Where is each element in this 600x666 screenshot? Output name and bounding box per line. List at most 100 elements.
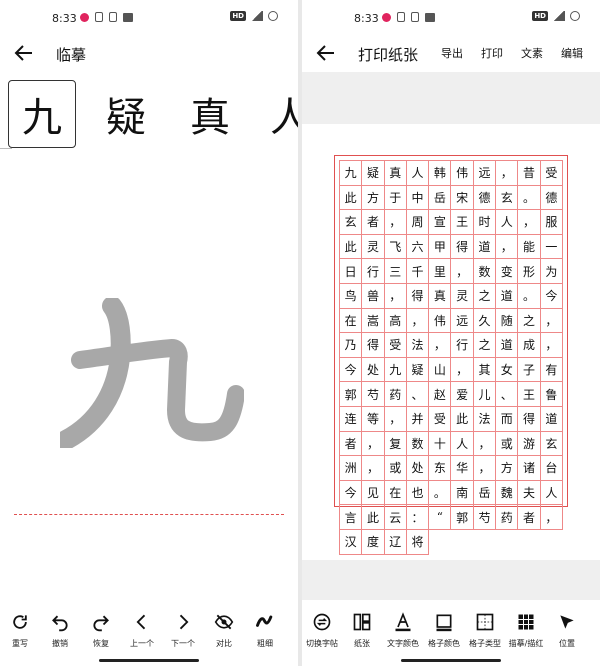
- grid-cell: 台: [540, 456, 563, 481]
- grid-cell: 德: [473, 185, 497, 211]
- grid-cell: ，: [473, 456, 497, 481]
- character-item[interactable]: 疑: [92, 80, 160, 148]
- previous-button[interactable]: 上一个: [122, 612, 162, 649]
- grid-cell: 、: [406, 382, 430, 407]
- grid-cell: 千: [406, 259, 430, 284]
- loading-icon: [570, 11, 580, 21]
- grid-cell: 得: [451, 234, 474, 260]
- grid-cell: ，: [473, 431, 497, 457]
- print-button[interactable]: 打印: [472, 45, 512, 61]
- paper-button[interactable]: 纸张: [342, 612, 382, 649]
- grid-type-icon: [476, 613, 494, 631]
- grid-cell: 并: [406, 406, 430, 432]
- grid-color-button[interactable]: 格子颜色: [424, 612, 464, 649]
- character-item[interactable]: 人: [256, 80, 298, 148]
- grid-cell: ，: [518, 210, 541, 235]
- signal-icon: [251, 11, 263, 21]
- redo-icon: [13, 615, 27, 629]
- grid-cell: ，: [451, 357, 474, 383]
- loading-icon: [268, 11, 278, 21]
- grid-cell: ，: [406, 308, 430, 334]
- grid-type-button[interactable]: 格子类型: [465, 612, 505, 649]
- rewrite-button[interactable]: 重写: [0, 612, 40, 649]
- grid-cell: 王: [451, 210, 474, 235]
- grid-cell: 南: [451, 480, 474, 506]
- grid-cell: 岳: [429, 185, 452, 211]
- export-button[interactable]: 导出: [432, 45, 472, 61]
- text-button[interactable]: 文素: [512, 45, 552, 61]
- file-icon: [109, 12, 117, 22]
- restore-button[interactable]: 恢复: [81, 612, 121, 649]
- grid-cell: 远: [451, 308, 474, 334]
- grid-cell: 昔: [518, 161, 541, 186]
- grid-cell: 夫: [518, 480, 541, 506]
- page-title: 临摹: [56, 46, 87, 64]
- grid-cell: 随: [496, 308, 519, 334]
- grid-cell: 岳: [473, 480, 497, 506]
- stroke-width-button[interactable]: 粗细: [245, 612, 285, 649]
- grid-cell: 法: [406, 333, 430, 358]
- text-color-button[interactable]: 文字颜色: [383, 612, 423, 649]
- grid-cell: 高: [384, 308, 407, 334]
- next-button[interactable]: 下一个: [163, 612, 203, 649]
- grid-cell: 而: [496, 406, 519, 432]
- grid-cell: 灵: [362, 234, 385, 260]
- compare-button[interactable]: 对比: [204, 612, 244, 649]
- grid-cell: 形: [518, 259, 541, 284]
- grid-cell: 。: [518, 283, 541, 309]
- battery-saver-icon: [397, 12, 405, 22]
- grid-cell: 今: [540, 283, 563, 309]
- grid-cell: 或: [384, 456, 407, 481]
- grid-cell: 服: [540, 210, 563, 235]
- grid-cell: 赵: [429, 382, 452, 407]
- trace-character-canvas[interactable]: [60, 298, 244, 448]
- grid-cell: 见: [362, 480, 385, 506]
- undo-button[interactable]: 撤销: [40, 612, 80, 649]
- grid-cell: 之: [473, 333, 497, 358]
- grid-cell: 周: [406, 210, 430, 235]
- grid-cell: 疑: [362, 161, 385, 186]
- grid-cell: 时: [473, 210, 497, 235]
- home-indicator: [99, 659, 199, 662]
- paper-icon: [353, 613, 371, 631]
- grid-cell: 受: [429, 406, 452, 432]
- back-arrow-icon[interactable]: [314, 41, 338, 65]
- grid-cell: 魏: [496, 480, 519, 506]
- grid-cell: 里: [429, 259, 452, 284]
- grid-cell: 有: [540, 357, 563, 383]
- grid-cell: 受: [384, 333, 407, 358]
- grid-cell: 人: [540, 480, 563, 506]
- grid-cell: 也: [406, 480, 430, 506]
- grid-cell: 伟: [451, 161, 474, 186]
- hd-badge: HD: [532, 11, 548, 21]
- character-strip: 九 疑 真 人: [0, 76, 298, 148]
- status-bar: 8:33 HD: [302, 0, 600, 36]
- swap-icon: [313, 613, 331, 631]
- character-item[interactable]: 真: [176, 80, 244, 148]
- grid-cell: 诸: [518, 456, 541, 481]
- grid-cell: 子: [518, 357, 541, 383]
- grid-cell: ，: [429, 333, 452, 358]
- grid-cell: 药: [384, 382, 407, 407]
- grid-cell: 郭: [451, 505, 474, 530]
- grid-cell: 人: [496, 210, 519, 235]
- grid-cell: 云: [384, 505, 407, 530]
- grid-cell: 远: [473, 161, 497, 186]
- back-arrow-icon[interactable]: [12, 41, 36, 65]
- grid-cell: 九: [340, 161, 363, 186]
- grid-cell: 数: [406, 431, 430, 457]
- grid-cell: 爱: [451, 382, 474, 407]
- trace-mode-button[interactable]: 描摹/描红: [506, 612, 546, 649]
- grid-cell: 兽: [362, 283, 385, 309]
- switch-copybook-button[interactable]: 切换字帖: [302, 612, 342, 649]
- character-item[interactable]: 九: [8, 80, 76, 148]
- chevron-left-icon: [136, 614, 146, 630]
- bottom-toolbar: 切换字帖 纸张 文字颜色 格子颜色 格子类型 描摹/描红 位置: [302, 600, 600, 666]
- grid-cell: 玄: [540, 431, 563, 457]
- position-button[interactable]: 位置: [547, 612, 587, 649]
- edit-button[interactable]: 编辑: [552, 45, 592, 61]
- grid-cell: 东: [429, 456, 452, 481]
- print-paper-panel: 8:33 HD 打印纸张 导出 打印 文素 编辑 九疑真人韩伟远，昔受此方于中岳…: [302, 0, 600, 666]
- grid-cell: 鸟: [340, 283, 363, 309]
- copy-practice-panel: 8:33 HD 临摹 九 疑 真 人 重写 撤销 恢复 上一个 下一个 对比 粗…: [0, 0, 298, 666]
